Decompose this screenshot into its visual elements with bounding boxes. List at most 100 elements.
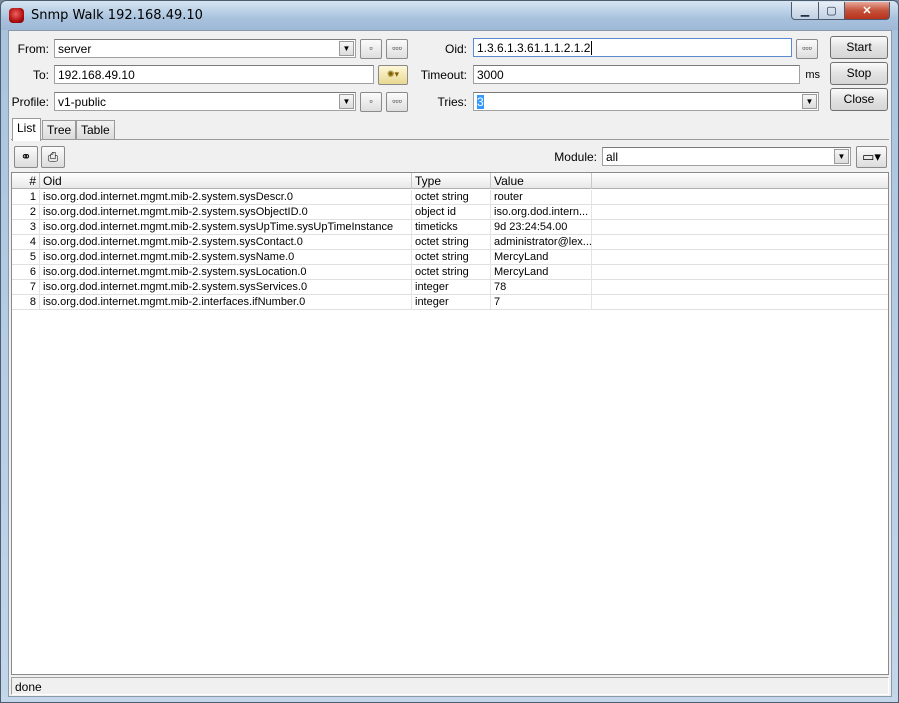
col-value-header[interactable]: Value	[491, 173, 592, 189]
close-button[interactable]: Close	[830, 88, 888, 111]
cell-value: iso.org.dod.intern...	[491, 205, 592, 220]
start-button[interactable]: Start	[830, 36, 888, 59]
cell-type: octet string	[412, 250, 491, 265]
cell-type: octet string	[412, 265, 491, 280]
col-oid-header[interactable]: Oid	[40, 173, 412, 189]
cell-oid: iso.org.dod.internet.mgmt.mib-2.system.s…	[40, 205, 412, 220]
table-row[interactable]: 4 iso.org.dod.internet.mgmt.mib-2.system.…	[12, 235, 888, 250]
profile-label: Profile:	[11, 95, 49, 109]
cell-num: 2	[12, 205, 40, 220]
maximize-icon: ▢	[826, 5, 837, 17]
table-header: # Oid Type Value	[12, 173, 888, 189]
table-row[interactable]: 1 iso.org.dod.internet.mgmt.mib-2.system.…	[12, 190, 888, 205]
cell-oid: iso.org.dod.internet.mgmt.mib-2.system.s…	[40, 250, 412, 265]
tab-table[interactable]: Table	[76, 120, 115, 140]
columns-button[interactable]: ▭▾	[856, 146, 887, 168]
cell-num: 1	[12, 190, 40, 205]
chevron-down-icon[interactable]: ▼	[834, 149, 849, 164]
table-row[interactable]: 6 iso.org.dod.internet.mgmt.mib-2.system.…	[12, 265, 888, 280]
timeout-label: Timeout:	[420, 68, 467, 82]
from-label: From:	[17, 42, 49, 56]
minimize-icon: ▁	[800, 5, 810, 17]
table-row[interactable]: 2 iso.org.dod.internet.mgmt.mib-2.system.…	[12, 205, 888, 220]
cell-type: octet string	[412, 190, 491, 205]
tab-list[interactable]: List	[12, 118, 41, 141]
close-window-button[interactable]: ✕	[844, 2, 890, 20]
tries-label: Tries:	[437, 95, 467, 109]
module-value: all	[606, 150, 619, 164]
profile-select[interactable]: v1-public ▼	[54, 92, 356, 111]
table-row[interactable]: 8 iso.org.dod.internet.mgmt.mib-2.interfa…	[12, 295, 888, 310]
status-bar: done	[11, 677, 889, 695]
profile-edit-button[interactable]: ▫	[360, 92, 382, 112]
oid-label: Oid:	[444, 42, 467, 56]
cell-num: 4	[12, 235, 40, 250]
cell-value: MercyLand	[491, 250, 592, 265]
minimize-button[interactable]: ▁	[791, 2, 819, 20]
chevron-down-icon[interactable]: ▼	[802, 94, 817, 109]
snmp-walk-window: Snmp Walk 192.168.49.10 ▁ ▢ ✕ From: serv…	[0, 0, 899, 703]
cell-oid: iso.org.dod.internet.mgmt.mib-2.system.s…	[40, 235, 412, 250]
module-select[interactable]: all ▼	[602, 147, 851, 166]
cell-num: 3	[12, 220, 40, 235]
table-row[interactable]: 7 iso.org.dod.internet.mgmt.mib-2.system.…	[12, 280, 888, 295]
oid-more-button[interactable]: ▫▫▫	[796, 39, 818, 59]
to-label: To:	[32, 68, 49, 82]
cell-oid: iso.org.dod.internet.mgmt.mib-2.system.s…	[40, 190, 412, 205]
tab-tree[interactable]: Tree	[42, 120, 77, 140]
to-input[interactable]: 192.168.49.10	[54, 65, 374, 84]
cell-value: 78	[491, 280, 592, 295]
cell-type: octet string	[412, 235, 491, 250]
maximize-button[interactable]: ▢	[818, 2, 845, 20]
col-num-header[interactable]: #	[12, 173, 40, 189]
cell-type: integer	[412, 280, 491, 295]
cell-value: router	[491, 190, 592, 205]
from-value: server	[58, 42, 92, 56]
from-more-button[interactable]: ▫▫▫	[386, 39, 408, 59]
to-value: 192.168.49.10	[58, 68, 135, 82]
profile-more-button[interactable]: ▫▫▫	[386, 92, 408, 112]
binoculars-icon: ⚭	[20, 149, 32, 164]
from-edit-button[interactable]: ▫	[360, 39, 382, 59]
cell-num: 7	[12, 280, 40, 295]
cell-oid: iso.org.dod.internet.mgmt.mib-2.interfac…	[40, 295, 412, 310]
timeout-input[interactable]: 3000	[473, 65, 800, 84]
window-columns-icon: ▭▾	[862, 149, 881, 164]
print-button[interactable]: ⎙	[41, 146, 65, 168]
module-label: Module:	[554, 150, 597, 164]
gear-icon: ✺▾	[386, 69, 400, 79]
tries-select[interactable]: 3 ▼	[473, 92, 819, 111]
chevron-down-icon[interactable]: ▼	[339, 41, 354, 56]
cell-oid: iso.org.dod.internet.mgmt.mib-2.system.s…	[40, 220, 412, 235]
find-button[interactable]: ⚭	[14, 146, 38, 168]
cell-num: 8	[12, 295, 40, 310]
table-row[interactable]: 5 iso.org.dod.internet.mgmt.mib-2.system.…	[12, 250, 888, 265]
cell-value: 7	[491, 295, 592, 310]
results-table[interactable]: # Oid Type Value 1 iso.org.dod.internet.m…	[11, 172, 889, 675]
oid-input[interactable]: 1.3.6.1.3.61.1.1.2.1.2	[473, 38, 792, 57]
chevron-down-icon[interactable]: ▼	[339, 94, 354, 109]
cell-type: object id	[412, 205, 491, 220]
cell-value: administrator@lex...	[491, 235, 592, 250]
cell-value: MercyLand	[491, 265, 592, 280]
cell-type: integer	[412, 295, 491, 310]
col-type-header[interactable]: Type	[412, 173, 491, 189]
timeout-unit: ms	[805, 69, 820, 81]
cell-num: 6	[12, 265, 40, 280]
discover-button[interactable]: ✺▾	[378, 65, 408, 85]
stop-button[interactable]: Stop	[830, 62, 888, 85]
cell-value: 9d 23:24:54.00	[491, 220, 592, 235]
window-title: Snmp Walk 192.168.49.10	[31, 8, 203, 23]
printer-icon: ⎙	[47, 149, 59, 164]
close-icon: ✕	[862, 5, 872, 17]
from-select[interactable]: server ▼	[54, 39, 356, 58]
cell-type: timeticks	[412, 220, 491, 235]
text-cursor	[591, 41, 593, 55]
table-row[interactable]: 3 iso.org.dod.internet.mgmt.mib-2.system.…	[12, 220, 888, 235]
oid-value: 1.3.6.1.3.61.1.1.2.1.2	[477, 41, 591, 55]
title-bar[interactable]: Snmp Walk 192.168.49.10 ▁ ▢ ✕	[1, 1, 898, 30]
cell-num: 5	[12, 250, 40, 265]
cell-oid: iso.org.dod.internet.mgmt.mib-2.system.s…	[40, 265, 412, 280]
cell-oid: iso.org.dod.internet.mgmt.mib-2.system.s…	[40, 280, 412, 295]
dialog-body: From: server ▼ ▫ ▫▫▫ Oid: 1.3.6.1.3.61.1…	[8, 30, 892, 697]
